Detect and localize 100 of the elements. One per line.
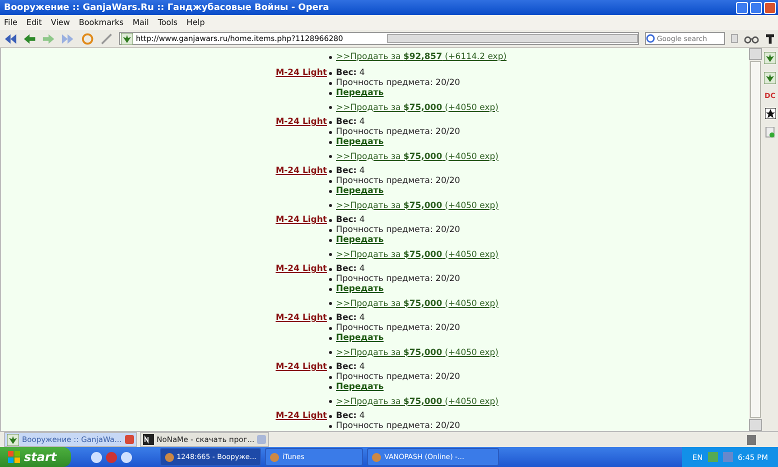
durability-text: Прочность предмета: 20/20: [336, 176, 460, 186]
minimize-button[interactable]: [736, 2, 748, 14]
bullet-icon: [329, 386, 332, 388]
durability-text: Прочность предмета: 20/20: [336, 274, 460, 284]
weight-text: Вес: 4: [336, 411, 365, 421]
bullet-icon: [329, 238, 332, 242]
item-name-link[interactable]: M-24 Light: [271, 68, 329, 78]
transfer-link[interactable]: Передать: [336, 137, 384, 147]
weight-text: Вес: 4: [336, 166, 365, 176]
search-engine-icon: [646, 34, 655, 43]
transfer-link[interactable]: Передать: [336, 333, 384, 343]
trash-icon[interactable]: [747, 434, 756, 444]
bullet-icon: [329, 424, 332, 428]
bullet-icon: [329, 302, 332, 305]
transfer-link[interactable]: Передать: [336, 382, 384, 392]
site-icon: [7, 434, 19, 446]
bullet-icon: [329, 288, 332, 290]
transfer-link[interactable]: Передать: [336, 284, 384, 294]
bullet-icon: [329, 278, 332, 280]
bullet-icon: [329, 400, 332, 403]
weight-text: Вес: 4: [336, 313, 365, 323]
weight-text: Вес: 4: [336, 215, 365, 225]
menu-item[interactable]: Bookmarks: [78, 18, 124, 27]
durability-text: Прочность предмета: 20/20: [336, 323, 460, 333]
glasses-icon[interactable]: [744, 34, 760, 44]
forward-arrow-icon[interactable]: [42, 32, 56, 44]
bullet-icon: [329, 351, 332, 354]
app-icon: [164, 452, 174, 462]
menu-item[interactable]: File: [4, 18, 18, 27]
durability-text: Прочность предмета: 20/20: [336, 421, 460, 431]
menu-item[interactable]: Edit: [26, 18, 42, 27]
bullet-icon: [329, 268, 332, 270]
bullet-icon: [329, 326, 332, 330]
item-name-link[interactable]: M-24 Light: [271, 264, 329, 274]
bullet-icon: [329, 253, 332, 256]
bullet-icon: [329, 106, 332, 109]
item-name-link[interactable]: M-24 Light: [271, 117, 329, 127]
app-icon: [372, 452, 382, 462]
weight-text: Вес: 4: [336, 117, 365, 127]
weight-text: Вес: 4: [336, 264, 365, 274]
bullet-icon: [329, 414, 332, 418]
durability-text: Прочность предмета: 20/20: [336, 78, 460, 88]
sell-link[interactable]: >>Продать за $75,000 (+4050 exp): [336, 152, 498, 162]
item-name-link[interactable]: M-24 Light: [271, 166, 329, 176]
pencil-icon[interactable]: [100, 32, 113, 44]
rewind-icon[interactable]: [4, 32, 18, 44]
bullet-icon: [329, 336, 332, 340]
sell-link[interactable]: >>Продать за $92,857 (+6114.2 exp): [336, 52, 507, 62]
transfer-link[interactable]: Передать: [336, 235, 384, 245]
fast-forward-icon[interactable]: [61, 32, 75, 44]
bullet-icon: [329, 130, 332, 134]
bullet-icon: [329, 316, 332, 320]
start-button[interactable]: start: [0, 447, 71, 467]
transfer-link[interactable]: Передать: [336, 186, 384, 196]
item-name-link[interactable]: M-24 Light: [271, 215, 329, 225]
windows-logo-icon: [8, 451, 20, 463]
item-name-link[interactable]: M-24 Light: [271, 411, 329, 421]
sell-link[interactable]: >>Продать за $75,000 (+4050 exp): [336, 102, 498, 112]
bullet-icon: [329, 228, 332, 232]
menu-item[interactable]: Mail: [132, 18, 149, 27]
close-icon[interactable]: [124, 435, 134, 444]
weight-text: Вес: 4: [336, 68, 365, 78]
durability-text: Прочность предмета: 20/20: [336, 372, 460, 382]
durability-text: Прочность предмета: 20/20: [336, 127, 460, 137]
sell-link[interactable]: >>Продать за $75,000 (+4050 exp): [336, 348, 498, 358]
weight-text: Вес: 4: [336, 362, 365, 372]
bullet-icon: [329, 376, 332, 378]
restore-button[interactable]: [750, 2, 762, 14]
star-icon[interactable]: [764, 108, 776, 119]
bullet-icon: [329, 72, 332, 74]
sell-link[interactable]: >>Продать за $75,000 (+4050 exp): [336, 250, 498, 260]
sell-link[interactable]: >>Продать за $75,000 (+4050 exp): [336, 200, 498, 210]
bullet-icon: [329, 170, 332, 172]
back-arrow-icon[interactable]: [23, 32, 36, 44]
menu-item[interactable]: Tools: [158, 18, 178, 27]
bullet-icon: [329, 180, 332, 182]
transfer-link[interactable]: Передать: [336, 88, 384, 98]
site-icon: [120, 32, 133, 44]
sell-link[interactable]: >>Продать за $75,000 (+4050 exp): [336, 396, 498, 406]
scrollbar[interactable]: [749, 48, 762, 431]
menu-item[interactable]: Help: [186, 18, 205, 27]
durability-text: Прочность предмета: 20/20: [336, 225, 460, 235]
item-name-link[interactable]: M-24 Light: [271, 362, 329, 372]
menu-item[interactable]: View: [50, 18, 70, 27]
text-icon[interactable]: [766, 34, 774, 44]
sell-link[interactable]: >>Продать за $75,000 (+4050 exp): [336, 298, 498, 308]
bullet-icon: [329, 82, 332, 84]
bullet-icon: [329, 120, 332, 124]
note-icon[interactable]: [765, 127, 775, 138]
site-icon: [142, 434, 154, 445]
bullet-icon: [329, 56, 332, 58]
item-name-link[interactable]: M-24 Light: [271, 313, 329, 323]
app-icon: [270, 452, 280, 462]
close-icon[interactable]: [257, 435, 266, 444]
reload-icon[interactable]: [80, 32, 94, 44]
close-button[interactable]: [764, 2, 776, 14]
bullet-icon: [329, 92, 332, 94]
bullet-icon: [329, 155, 332, 158]
bullet-icon: [329, 140, 332, 144]
bullet-icon: [329, 366, 332, 368]
